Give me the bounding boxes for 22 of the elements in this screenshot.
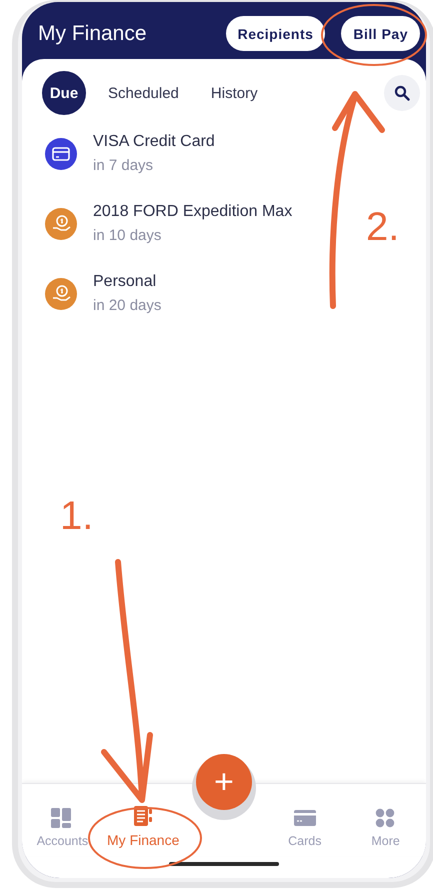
annotation-label: 1. bbox=[60, 494, 94, 539]
tab[interactable]: Scheduled bbox=[98, 71, 189, 115]
search-button[interactable] bbox=[384, 75, 420, 111]
notebook-icon bbox=[132, 806, 154, 826]
due-text: in 10 days bbox=[93, 227, 162, 244]
grid-icon bbox=[51, 808, 74, 828]
annotation-label: 2. bbox=[366, 205, 400, 250]
due-text: in 20 days bbox=[93, 297, 162, 314]
search-icon bbox=[394, 85, 410, 101]
card-icon bbox=[294, 808, 316, 828]
payment-title: Personal bbox=[93, 273, 158, 291]
payment-title: 2018 FORD Expedition Max bbox=[93, 203, 292, 221]
nav-tab[interactable]: My Finance bbox=[102, 806, 184, 848]
due-text: in 7 days bbox=[93, 157, 154, 174]
screen-title: My Finance bbox=[38, 22, 148, 46]
add-button[interactable]: + bbox=[196, 754, 252, 810]
payment-title: VISA Credit Card bbox=[93, 133, 215, 151]
header-button[interactable]: Bill Pay bbox=[341, 16, 420, 51]
dots-icon bbox=[374, 808, 397, 828]
header-button[interactable]: Recipients bbox=[226, 16, 326, 51]
tab[interactable]: Due bbox=[42, 71, 86, 115]
tab[interactable]: History bbox=[200, 71, 268, 115]
